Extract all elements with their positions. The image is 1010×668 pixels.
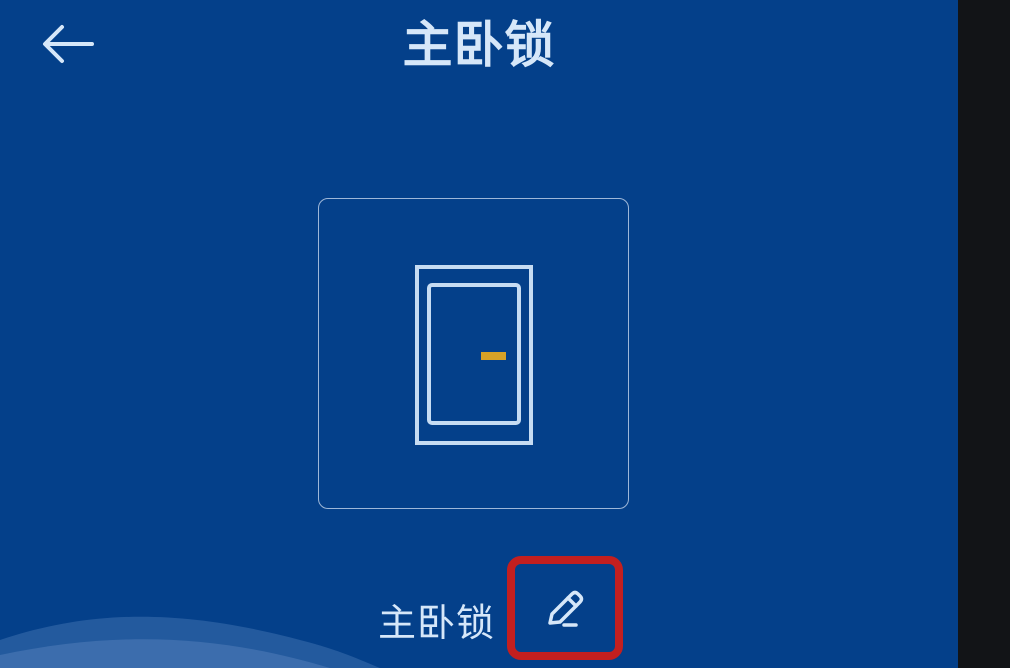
pencil-icon bbox=[548, 590, 584, 627]
device-icon-card bbox=[318, 198, 629, 509]
device-detail-screen: 主卧锁 主卧锁 bbox=[0, 0, 958, 668]
door-lock-icon bbox=[415, 265, 533, 445]
device-name-label: 主卧锁 bbox=[378, 600, 496, 645]
device-name-row: 主卧锁 bbox=[378, 588, 495, 650]
edit-name-button[interactable] bbox=[507, 556, 623, 660]
page-title: 主卧锁 bbox=[402, 16, 556, 74]
right-edge-strip bbox=[958, 0, 1010, 668]
